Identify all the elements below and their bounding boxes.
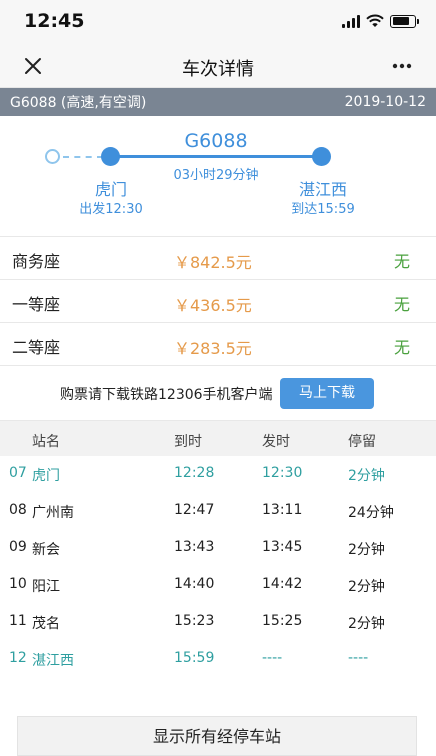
seat-class: 一等座 <box>12 295 61 314</box>
stop-number: 09 <box>9 539 27 555</box>
stop-depart: 13:45 <box>262 539 303 555</box>
stop-number: 11 <box>9 613 27 629</box>
page-title: 车次详情 <box>182 59 254 80</box>
download-prompt: 购票请下载铁路12306手机客户端 马上下载 <box>0 365 436 420</box>
seat-availability: 无 <box>393 338 410 357</box>
stop-stay: 2分钟 <box>348 616 385 632</box>
show-all-stops-button[interactable]: 显示所有经停车站 <box>17 716 417 756</box>
seat-availability: 无 <box>393 252 410 271</box>
table-row: 11 茂名 15:23 15:25 2分钟 <box>0 604 436 641</box>
route-line <box>110 155 322 158</box>
route-train-number: G6088 <box>184 130 248 152</box>
stop-arrive: 12:47 <box>174 502 215 518</box>
stop-station: 阳江 <box>32 579 60 595</box>
stop-arrive: 14:40 <box>174 576 215 592</box>
download-button[interactable]: 马上下载 <box>280 378 374 409</box>
cellular-signal-icon <box>342 14 360 28</box>
stop-station: 虎门 <box>32 468 60 484</box>
download-text: 购票请下载铁路12306手机客户端 <box>60 387 273 403</box>
seat-row: 二等座 ￥283.5元 无 <box>0 322 436 365</box>
stop-depart: 15:25 <box>262 613 303 629</box>
status-icons <box>342 14 419 28</box>
stop-stay: 24分钟 <box>348 505 394 521</box>
stop-station: 广州南 <box>32 505 74 521</box>
stop-arrive: 15:23 <box>174 613 215 629</box>
seat-price: ￥283.5元 <box>174 339 252 358</box>
arrival-time: 到达15:59 <box>291 202 355 217</box>
stop-number: 08 <box>9 502 27 518</box>
table-row: 12 湛江西 15:59 ---- ---- <box>0 641 436 678</box>
stop-depart: 14:42 <box>262 576 303 592</box>
more-icon[interactable] <box>390 56 414 76</box>
stop-station: 湛江西 <box>32 653 74 669</box>
stop-arrive: 15:59 <box>174 650 215 666</box>
stop-number: 07 <box>9 465 27 481</box>
header-stay: 停留 <box>348 434 376 450</box>
nav-bar: 车次详情 <box>0 44 436 88</box>
seat-availability: 无 <box>393 295 410 314</box>
seat-row: 一等座 ￥436.5元 无 <box>0 279 436 322</box>
seat-price: ￥436.5元 <box>174 296 252 315</box>
header-arrive: 到时 <box>174 434 202 450</box>
seat-list: 商务座 ￥842.5元 无 一等座 ￥436.5元 无 二等座 ￥283.5元 … <box>0 236 436 365</box>
train-type-label: G6088 (高速,有空调) <box>10 95 147 111</box>
table-row: 09 新会 13:43 13:45 2分钟 <box>0 530 436 567</box>
wifi-icon <box>366 14 384 27</box>
stop-arrive: 13:43 <box>174 539 215 555</box>
header-station: 站名 <box>32 434 60 450</box>
header-depart: 发时 <box>262 434 290 450</box>
origin-station: 虎门 <box>94 180 127 199</box>
seat-class: 商务座 <box>12 252 61 271</box>
status-time: 12:45 <box>24 10 85 32</box>
status-bar: 12:45 <box>0 0 436 44</box>
stops-table-header: 站名 到时 发时 停留 <box>0 420 436 456</box>
stop-station: 茂名 <box>32 616 60 632</box>
stop-stay: 2分钟 <box>348 542 385 558</box>
departure-time: 出发12:30 <box>79 202 143 217</box>
train-info-bar: G6088 (高速,有空调) 2019-10-12 <box>0 88 436 116</box>
previous-station-dot <box>45 149 60 164</box>
route-dashed-line <box>63 156 103 158</box>
battery-icon <box>390 14 419 28</box>
destination-station: 湛江西 <box>298 180 347 199</box>
table-row: 10 阳江 14:40 14:42 2分钟 <box>0 567 436 604</box>
travel-date: 2019-10-12 <box>344 94 426 110</box>
stop-depart: 12:30 <box>262 465 303 481</box>
stop-stay: ---- <box>348 650 369 666</box>
stop-arrive: 12:28 <box>174 465 215 481</box>
stop-station: 新会 <box>32 542 60 558</box>
stop-number: 10 <box>9 576 27 592</box>
seat-price: ￥842.5元 <box>174 253 252 272</box>
stop-stay: 2分钟 <box>348 468 385 484</box>
stop-stay: 2分钟 <box>348 579 385 595</box>
table-row: 08 广州南 12:47 13:11 24分钟 <box>0 493 436 530</box>
stop-depart: 13:11 <box>262 502 303 518</box>
stop-depart: ---- <box>262 650 283 666</box>
seat-row: 商务座 ￥842.5元 无 <box>0 236 436 279</box>
table-row: 07 虎门 12:28 12:30 2分钟 <box>0 456 436 493</box>
seat-class: 二等座 <box>12 338 61 357</box>
route-diagram: G6088 03小时29分钟 虎门 出发12:30 湛江西 到达15:59 <box>0 116 436 236</box>
stop-number: 12 <box>9 650 27 666</box>
